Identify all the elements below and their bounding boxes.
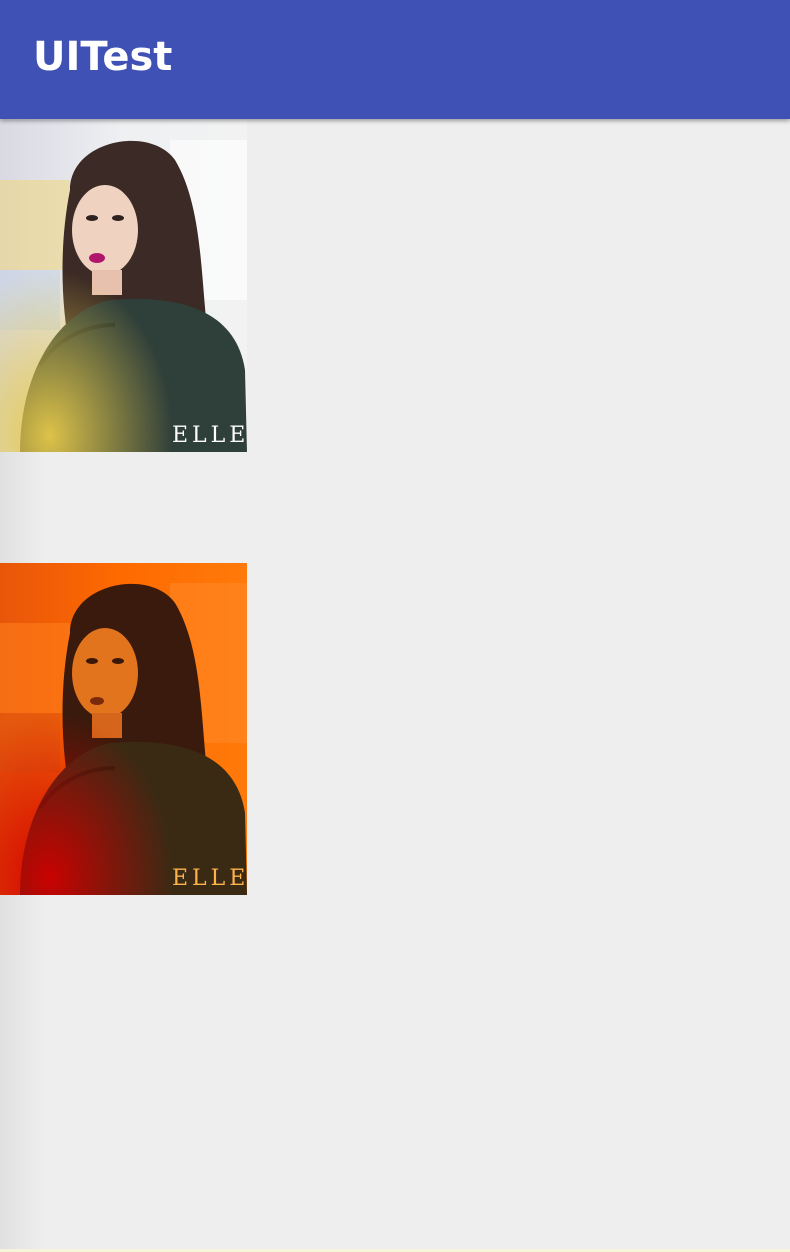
content-area: ELLE ELLE (0, 119, 790, 1252)
app-bar: UITest (0, 0, 790, 119)
original-photo-image: ELLE (0, 120, 247, 452)
app-title: UITest (33, 34, 173, 80)
elle-watermark: ELLE (172, 423, 247, 448)
orange-filtered-photo-image: ELLE (0, 563, 247, 895)
app-window: UITest ELLE ELLE (0, 0, 790, 1252)
elle-watermark: ELLE (172, 866, 247, 891)
